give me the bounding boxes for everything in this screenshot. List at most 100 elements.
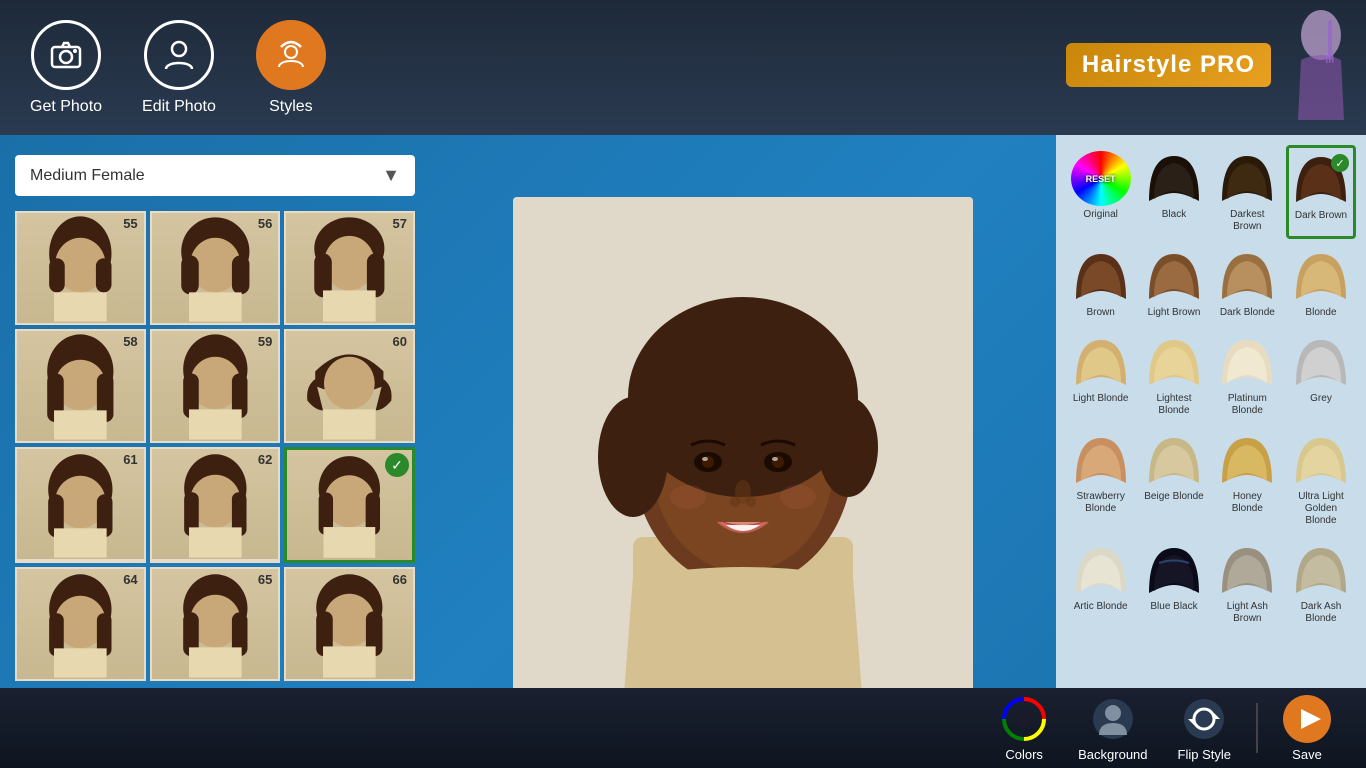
style-num-61: 61	[123, 452, 137, 467]
swatch-label-light-ash-brown: Light Ash Brown	[1217, 601, 1278, 625]
flip-icon	[1180, 695, 1228, 743]
center-photo	[430, 135, 1056, 768]
style-item-55[interactable]: 55	[15, 211, 146, 325]
nav-get-photo[interactable]: Get Photo	[30, 20, 102, 116]
colors-button[interactable]: Colors	[1000, 695, 1048, 762]
brand-logo: Hairstyle PRO	[1066, 10, 1346, 120]
styles-label: Styles	[269, 98, 313, 116]
style-num-55: 55	[123, 216, 137, 231]
dropdown-arrow: ▼	[382, 165, 400, 186]
swatch-label-blonde: Blonde	[1305, 307, 1336, 319]
style-dropdown[interactable]: Medium Female ▼	[15, 155, 415, 196]
style-num-56: 56	[258, 216, 272, 231]
swatch-light-blonde[interactable]: Light Blonde	[1066, 329, 1135, 423]
style-num-60: 60	[393, 334, 407, 349]
swatch-blue-black[interactable]: Blue Black	[1139, 537, 1208, 631]
get-photo-label: Get Photo	[30, 98, 102, 116]
swatch-platinum-blonde[interactable]: Platinum Blonde	[1213, 329, 1282, 423]
left-panel: Medium Female ▼	[0, 135, 430, 768]
swatch-label-grey: Grey	[1310, 393, 1332, 405]
style-item-63[interactable]: ✓	[284, 447, 415, 563]
swatch-label-brown: Brown	[1086, 307, 1114, 319]
swatch-black[interactable]: Black	[1139, 145, 1208, 239]
swatch-light-ash-brown[interactable]: Light Ash Brown	[1213, 537, 1282, 631]
style-item-62[interactable]: 62	[150, 447, 281, 563]
divider	[1256, 703, 1258, 753]
swatch-strawberry-blonde[interactable]: Strawberry Blonde	[1066, 427, 1135, 533]
camera-icon	[31, 20, 101, 90]
style-item-64[interactable]: 64	[15, 567, 146, 681]
swatch-label-strawberry-blonde: Strawberry Blonde	[1070, 491, 1131, 515]
background-label: Background	[1078, 747, 1147, 762]
style-num-66: 66	[393, 572, 407, 587]
styles-icon	[256, 20, 326, 90]
style-num-58: 58	[123, 334, 137, 349]
main-content: Medium Female ▼	[0, 135, 1366, 768]
swatch-artic-blonde[interactable]: Artic Blonde	[1066, 537, 1135, 631]
swatch-ultra-light-golden-blonde[interactable]: Ultra Light Golden Blonde	[1286, 427, 1356, 533]
swatch-original[interactable]: RESET Original	[1066, 145, 1135, 239]
swatch-label-lightest-blonde: Lightest Blonde	[1143, 393, 1204, 417]
colors-label: Colors	[1005, 747, 1043, 762]
selected-check: ✓	[385, 453, 409, 477]
swatch-label-light-brown: Light Brown	[1148, 307, 1201, 319]
dropdown-value: Medium Female	[30, 167, 145, 185]
flip-style-label: Flip Style	[1178, 747, 1231, 762]
style-item-61[interactable]: 61	[15, 447, 146, 563]
color-grid: RESET Original Black	[1066, 145, 1356, 631]
style-num-57: 57	[393, 216, 407, 231]
style-item-66[interactable]: 66	[284, 567, 415, 681]
style-item-60[interactable]: 60	[284, 329, 415, 443]
background-button[interactable]: Background	[1078, 695, 1147, 762]
swatch-dark-ash-blonde[interactable]: Dark Ash Blonde	[1286, 537, 1356, 631]
style-item-57[interactable]: 57	[284, 211, 415, 325]
style-item-58[interactable]: 58	[15, 329, 146, 443]
swatch-honey-blonde[interactable]: Honey Blonde	[1213, 427, 1282, 533]
swatch-label-darkest-brown: Darkest Brown	[1217, 209, 1278, 233]
swatch-label-dark-blonde: Dark Blonde	[1220, 307, 1275, 319]
style-num-62: 62	[258, 452, 272, 467]
style-item-65[interactable]: 65	[150, 567, 281, 681]
swatch-grey[interactable]: Grey	[1286, 329, 1356, 423]
style-grid: 55 56	[15, 211, 415, 681]
swatch-label-honey-blonde: Honey Blonde	[1217, 491, 1278, 515]
style-item-59[interactable]: 59	[150, 329, 281, 443]
swatch-label-beige-blonde: Beige Blonde	[1144, 491, 1204, 503]
save-label: Save	[1292, 747, 1322, 762]
style-num-59: 59	[258, 334, 272, 349]
swatch-darkest-brown[interactable]: Darkest Brown	[1213, 145, 1282, 239]
edit-photo-label: Edit Photo	[142, 98, 216, 116]
style-item-56[interactable]: 56	[150, 211, 281, 325]
swatch-dark-blonde[interactable]: Dark Blonde	[1213, 243, 1282, 325]
background-icon	[1089, 695, 1137, 743]
person-icon	[144, 20, 214, 90]
swatch-dark-brown[interactable]: ✓ Dark Brown	[1286, 145, 1356, 239]
swatch-label-dark-brown: Dark Brown	[1295, 210, 1347, 222]
bottom-bar: Colors Background Flip Style	[0, 688, 1366, 768]
top-bar: Get Photo Edit Photo Styles Hairstyle PR…	[0, 0, 1366, 135]
save-button[interactable]: Save	[1283, 695, 1331, 762]
swatch-label-ultra-light: Ultra Light Golden Blonde	[1290, 491, 1352, 527]
swatch-blonde[interactable]: Blonde	[1286, 243, 1356, 325]
swatch-lightest-blonde[interactable]: Lightest Blonde	[1139, 329, 1208, 423]
right-panel: RESET Original Black	[1056, 135, 1366, 768]
selected-check-badge: ✓	[1331, 154, 1349, 172]
style-num-65: 65	[258, 572, 272, 587]
swatch-label-light-blonde: Light Blonde	[1073, 393, 1129, 405]
style-num-64: 64	[123, 572, 137, 587]
nav-styles[interactable]: Styles	[256, 20, 326, 116]
flip-style-button[interactable]: Flip Style	[1178, 695, 1231, 762]
swatch-label-blue-black: Blue Black	[1150, 601, 1197, 613]
save-icon	[1283, 695, 1331, 743]
swatch-brown[interactable]: Brown	[1066, 243, 1135, 325]
swatch-label-black: Black	[1162, 209, 1186, 221]
nav-edit-photo[interactable]: Edit Photo	[142, 20, 216, 116]
colors-icon	[1000, 695, 1048, 743]
swatch-label-dark-ash-blonde: Dark Ash Blonde	[1290, 601, 1352, 625]
swatch-label-artic-blonde: Artic Blonde	[1074, 601, 1128, 613]
swatch-light-brown[interactable]: Light Brown	[1139, 243, 1208, 325]
swatch-beige-blonde[interactable]: Beige Blonde	[1139, 427, 1208, 533]
swatch-label-platinum-blonde: Platinum Blonde	[1217, 393, 1278, 417]
swatch-label-original: Original	[1083, 209, 1117, 221]
photo-frame	[513, 197, 973, 707]
